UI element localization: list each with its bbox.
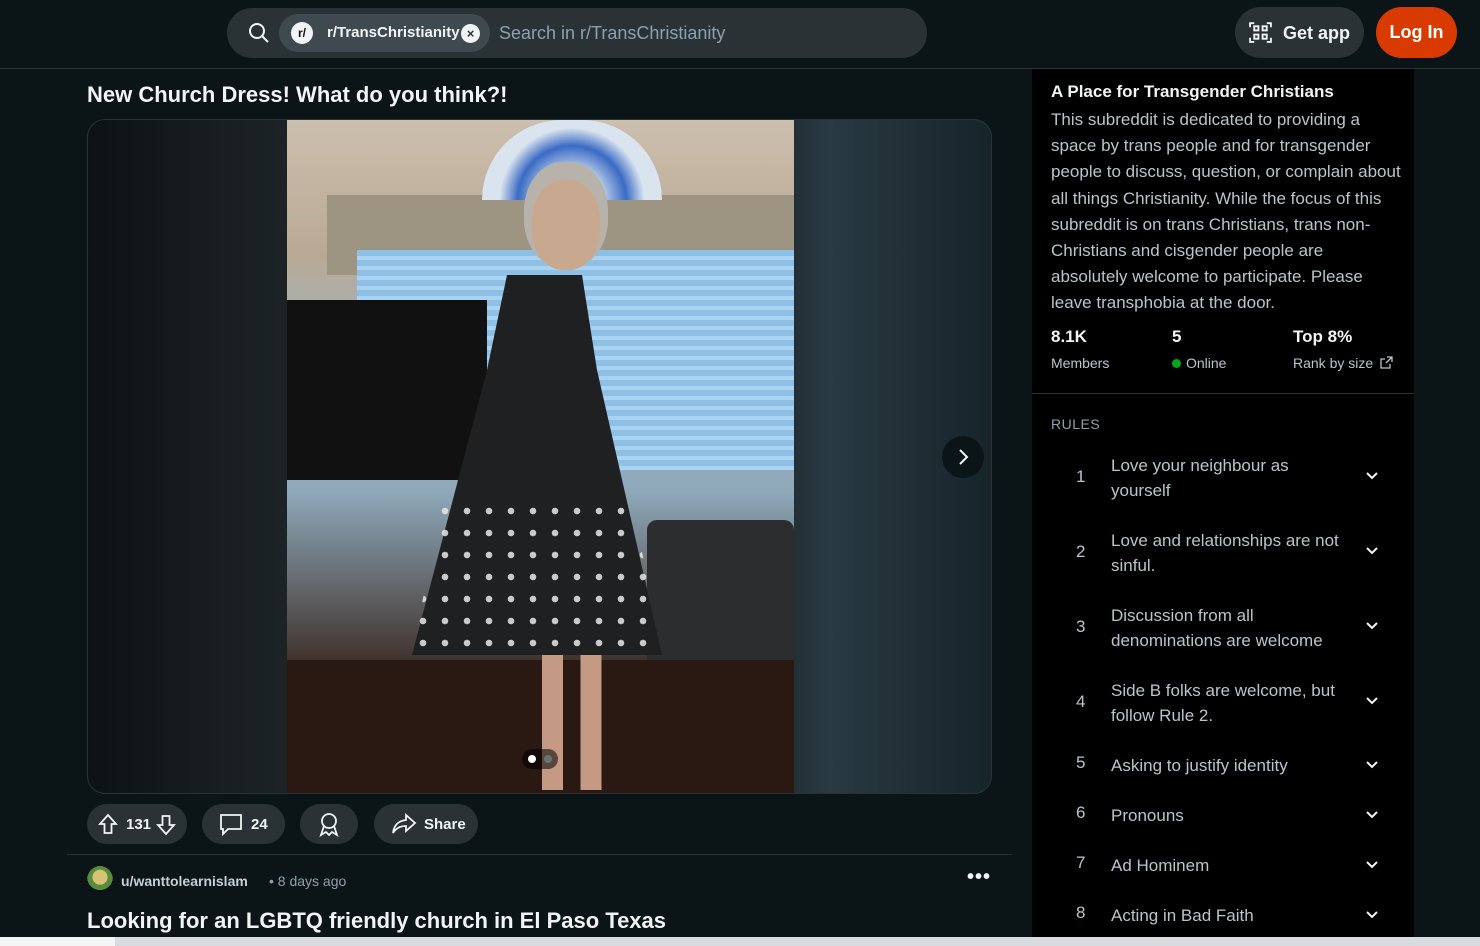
search-icon [249, 23, 269, 43]
rule-text: Love your neighbour as yourself [1111, 456, 1289, 500]
downvote-icon[interactable] [155, 814, 177, 836]
search-input[interactable] [499, 20, 899, 46]
stat-value: Top 8% [1293, 327, 1353, 346]
rule-number: 8 [1076, 903, 1086, 922]
chevron-down-icon [1366, 861, 1378, 869]
taskbar-edge [0, 937, 1480, 946]
chevron-down-icon [1366, 547, 1378, 555]
community-title: A Place for Transgender Christians [1051, 82, 1334, 101]
comment-count: 24 [251, 816, 268, 833]
post-image[interactable] [287, 120, 794, 793]
get-app-button[interactable]: Get app [1235, 7, 1364, 58]
stat-label: Members [1051, 355, 1110, 371]
image-floor [287, 660, 794, 793]
stat-label-wrap: Rank by size [1293, 355, 1393, 371]
image-tv [287, 300, 487, 480]
upvote-count: 131 [126, 816, 152, 833]
rule-item[interactable]: 4 Side B folks are welcome, but follow R… [1051, 678, 1401, 728]
rule-text: Pronouns [1111, 806, 1184, 825]
search-bar[interactable]: r/ r/TransChristianity × [227, 8, 927, 58]
taskbar-segment [0, 937, 115, 946]
rule-number: 4 [1076, 692, 1086, 711]
login-button[interactable]: Log In [1376, 7, 1457, 58]
rule-item[interactable]: 1 Love your neighbour as yourself [1051, 453, 1401, 503]
rule-item[interactable]: 2 Love and relationships are not sinful. [1051, 528, 1401, 578]
gallery-next-button[interactable] [942, 436, 984, 478]
community-description: This subreddit is dedicated to providing… [1051, 110, 1401, 313]
sidebar-divider [1032, 393, 1414, 394]
chip-label: r/TransChristianity [327, 24, 460, 41]
award-button[interactable] [300, 804, 358, 844]
rule-text: Side B folks are welcome, but follow Rul… [1111, 681, 1335, 725]
avatar[interactable] [87, 866, 113, 894]
chevron-down-icon [1366, 761, 1378, 769]
external-link-icon[interactable] [1380, 356, 1393, 369]
stat-label: Rank by size [1293, 355, 1374, 371]
gallery-dot-active[interactable] [528, 755, 536, 763]
share-icon [392, 812, 417, 834]
share-label: Share [424, 816, 466, 833]
stat-value: 5 [1172, 327, 1182, 346]
post-gallery[interactable] [87, 119, 992, 794]
image-dress-pattern [412, 500, 662, 655]
chevron-down-icon [1366, 911, 1378, 919]
rule-text: Ad Hominem [1111, 856, 1210, 875]
chevron-down-icon [1366, 472, 1378, 480]
chevron-down-icon [1366, 811, 1378, 819]
image-ottoman [647, 520, 794, 670]
stat-label: Online [1186, 355, 1227, 371]
chevron-right-icon [959, 449, 969, 465]
more-options-icon[interactable]: ••• [967, 866, 991, 889]
rule-number: 7 [1076, 853, 1086, 872]
rule-item[interactable]: 8 Acting in Bad Faith [1051, 903, 1401, 928]
subreddit-icon: r/ [291, 22, 313, 44]
image-head [532, 180, 600, 270]
rule-number: 3 [1076, 617, 1086, 636]
subreddit-search-chip[interactable]: r/ r/TransChristianity × [279, 14, 490, 52]
comment-icon [220, 814, 242, 836]
gallery-dot[interactable] [544, 755, 552, 763]
post-title[interactable]: New Church Dress! What do you think?! [87, 82, 507, 108]
post-author[interactable]: u/wanttolearnislam [121, 873, 248, 889]
post-timestamp: • 8 days ago [269, 873, 347, 889]
rule-item[interactable]: 3 Discussion from all denominations are … [1051, 603, 1401, 653]
rule-item[interactable]: 7 Ad Hominem [1051, 853, 1401, 878]
post-divider [67, 854, 1012, 855]
rule-number: 6 [1076, 803, 1086, 822]
rule-number: 2 [1076, 542, 1086, 561]
rule-text: Discussion from all denominations are we… [1111, 606, 1323, 650]
stat-value: 8.1K [1051, 327, 1087, 346]
share-button[interactable]: Share [374, 804, 478, 844]
rule-number: 5 [1076, 753, 1086, 772]
chevron-down-icon [1366, 697, 1378, 705]
online-dot-icon [1172, 359, 1181, 368]
top-header: r/ r/TransChristianity × Get app Log In [0, 0, 1480, 69]
community-stats: 8.1K Members 5 Online Top 8% Rank by siz… [1051, 327, 1401, 377]
comments-button[interactable]: 24 [202, 804, 285, 844]
rule-text: Asking to justify identity [1111, 756, 1288, 775]
chevron-down-icon [1366, 622, 1378, 630]
upvote-icon[interactable] [97, 813, 119, 835]
get-app-label: Get app [1283, 23, 1351, 43]
rule-item[interactable]: 5 Asking to justify identity [1051, 753, 1401, 778]
stat-label-wrap: Online [1172, 355, 1226, 371]
rules-heading: RULES [1051, 416, 1101, 432]
next-post-meta: u/wanttolearnislam • 8 days ago ••• [87, 866, 1007, 896]
award-icon [319, 813, 339, 837]
gallery-pagination [522, 749, 558, 769]
vote-group: 131 [87, 804, 187, 844]
image-legs [542, 650, 612, 790]
rule-item[interactable]: 6 Pronouns [1051, 803, 1401, 828]
rule-text: Acting in Bad Faith [1111, 906, 1254, 925]
rule-text: Love and relationships are not sinful. [1111, 531, 1339, 575]
close-icon[interactable]: × [461, 24, 480, 43]
community-sidebar: A Place for Transgender Christians This … [1032, 69, 1414, 937]
stat-online: 5 Online [1172, 327, 1226, 371]
stat-rank[interactable]: Top 8% Rank by size [1293, 327, 1393, 371]
stat-members: 8.1K Members [1051, 327, 1109, 371]
next-post-title[interactable]: Looking for an LGBTQ friendly church in … [87, 908, 666, 934]
qr-code-icon [1249, 22, 1272, 43]
rule-number: 1 [1076, 467, 1086, 486]
